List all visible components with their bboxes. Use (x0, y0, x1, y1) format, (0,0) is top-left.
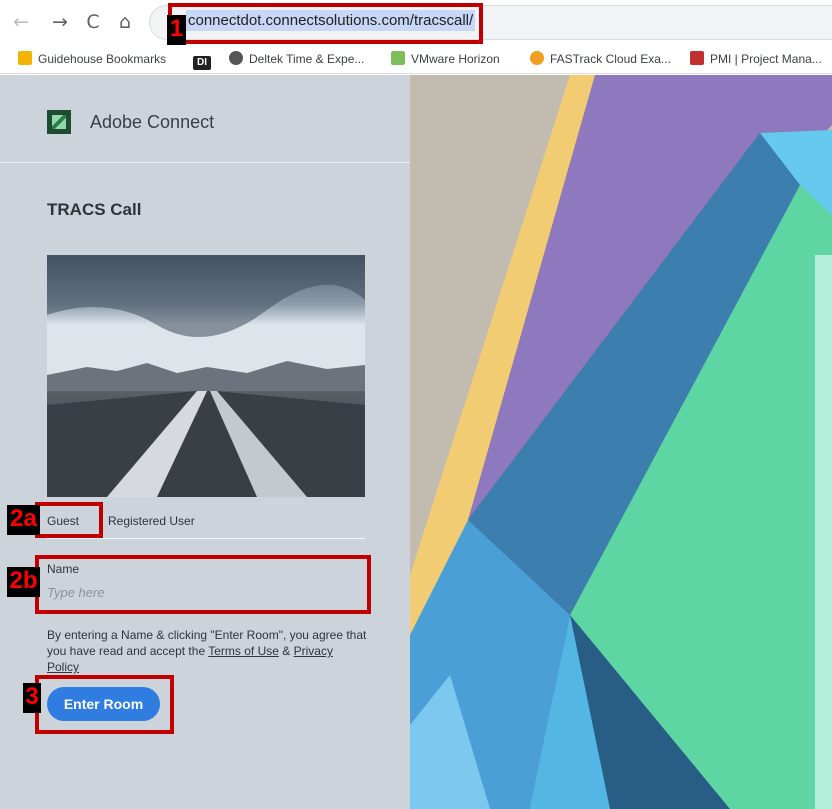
vmware-icon (391, 51, 405, 65)
annotation-label-3: 3 (23, 683, 41, 713)
enter-room-button[interactable]: Enter Room (47, 687, 160, 721)
name-input[interactable] (45, 578, 365, 606)
brand-name: Adobe Connect (90, 112, 215, 132)
name-label: Name (47, 562, 80, 576)
meeting-title: TRACS Call (47, 200, 142, 219)
reload-icon[interactable]: C (81, 10, 105, 34)
globe-icon (229, 51, 243, 65)
header-divider (0, 162, 410, 163)
adobe-connect-logo-icon (47, 110, 71, 134)
bookmark-fastrack[interactable]: FASTrack Cloud Exa... (530, 51, 671, 68)
annotation-label-1: 1 (167, 15, 186, 45)
browser-toolbar: ← → C ⌂ connectdot.connectsolutions.com/… (0, 0, 832, 44)
login-tabs: Guest Registered User (47, 512, 365, 540)
bookmark-guidehouse[interactable]: Guidehouse Bookmarks (18, 51, 166, 68)
bookmark-pmi[interactable]: PMI | Project Mana... (690, 51, 822, 68)
tab-guest[interactable]: Guest (47, 512, 79, 530)
folder-icon (18, 51, 32, 65)
road-hero-image (47, 255, 365, 497)
login-panel: Adobe Connect TRACS Call Guest Registere… (0, 75, 410, 809)
annotation-label-2b: 2b (7, 567, 40, 597)
bookmarks-bar: Guidehouse Bookmarks DI Deltek Time & Ex… (0, 44, 832, 74)
home-icon[interactable]: ⌂ (113, 10, 137, 34)
annotation-label-2a: 2a (7, 505, 40, 535)
di-icon: DI (193, 56, 211, 70)
url-text[interactable]: connectdot.connectsolutions.com/tracscal… (186, 10, 476, 31)
tab-registered-user[interactable]: Registered User (108, 512, 195, 530)
tab-underline (47, 538, 365, 539)
decorative-artwork (410, 75, 832, 809)
terms-of-use-link[interactable]: Terms of Use (208, 644, 279, 658)
bookmark-di[interactable]: DI (193, 51, 217, 70)
fastrack-icon (530, 51, 544, 65)
pmi-icon (690, 51, 704, 65)
bookmark-vmware[interactable]: VMware Horizon (391, 51, 500, 68)
back-arrow-icon[interactable]: ← (9, 10, 33, 34)
forward-arrow-icon[interactable]: → (48, 10, 72, 34)
bookmark-deltek[interactable]: Deltek Time & Expe... (229, 51, 364, 68)
agreement-text: By entering a Name & clicking "Enter Roo… (47, 628, 367, 674)
